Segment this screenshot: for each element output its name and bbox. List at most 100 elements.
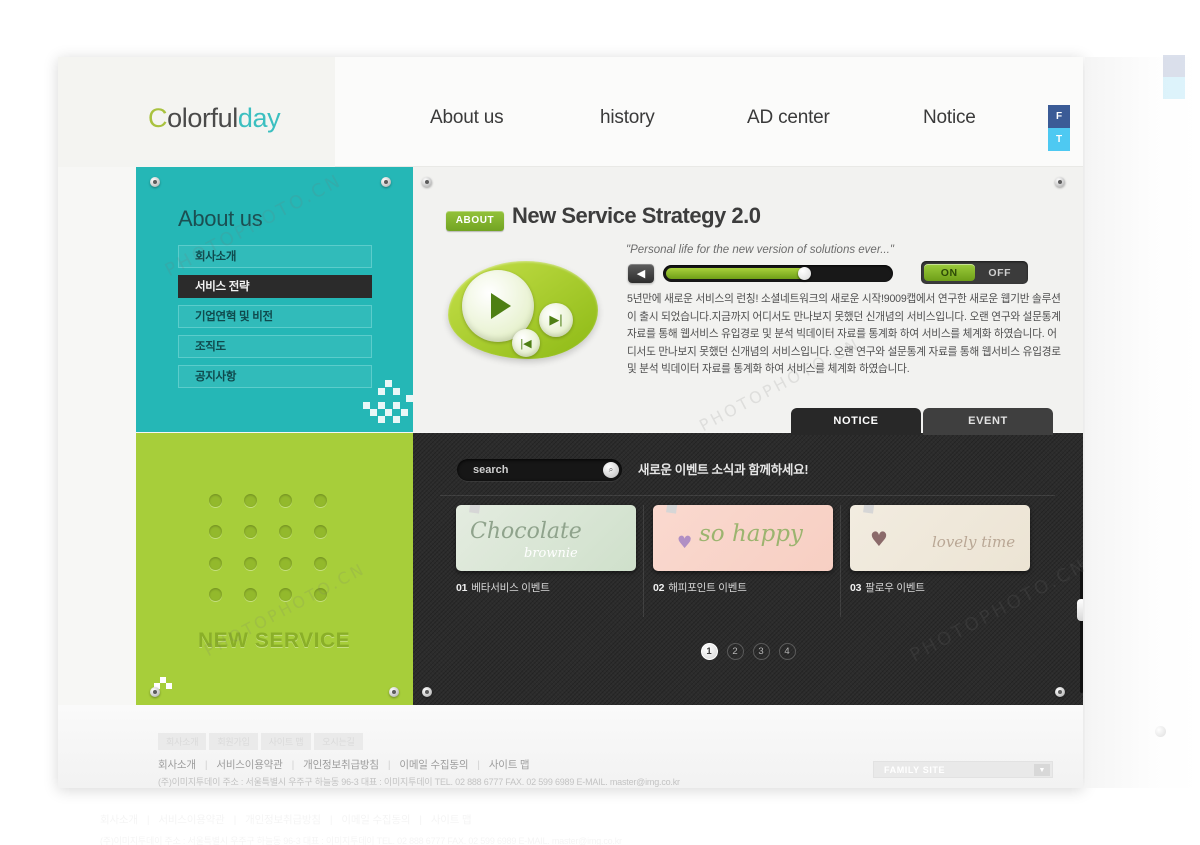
footer-tab-join[interactable]: 회원가입 [209,733,258,750]
speaker-icon[interactable]: ◀ [628,264,654,283]
heart-icon: ♥ [677,533,693,553]
family-site-select[interactable]: FAMILY SITE ▼ [873,761,1053,778]
footer-link-terms[interactable]: 서비스이용약관 [216,759,282,771]
scrollbar-thumb[interactable] [1077,599,1083,621]
site-logo[interactable]: Colorfulday [148,103,281,134]
event-card[interactable]: Chocolate brownie 01 베타서비스 이벤트 [456,505,636,595]
new-service-label: NEW SERVICE [198,629,351,652]
search-input[interactable] [473,459,593,481]
footer-tab-row: 회사소개 회원가입 사이트 맵 오시는길 [158,733,363,750]
about-sidebar-panel: About us 회사소개 서비스 전략 기업연혁 및 비전 조직도 공지사항 [136,167,413,432]
pagination-page-2[interactable]: 2 [726,643,744,660]
event-card[interactable]: ♥ lovely time 03 팔로우 이벤트 [850,505,1030,595]
twitter-icon[interactable]: T [1048,128,1070,151]
event-card[interactable]: ♥ so happy 02 해피포인트 이벤트 [653,505,833,595]
ghost-right-strip [1085,57,1200,788]
pagination-page-3[interactable]: 3 [752,643,770,660]
events-panel: ⌕ 새로운 이벤트 소식과 함께하세요! Chocolate brownie 0… [413,433,1083,705]
toggle-off-button[interactable]: OFF [975,264,1026,281]
tab-notice[interactable]: NOTICE [791,408,921,435]
ghost-link: 서비스이용약관 [158,814,225,826]
ghost-link: 개인정보취급방침 [245,814,321,826]
site-header: Colorfulday About us history AD center N… [58,57,1083,167]
nav-item-ad-center[interactable]: AD center [747,107,830,129]
event-art-title: so happy [699,521,803,547]
pagination-page-1[interactable]: 1 [700,643,718,660]
on-off-toggle[interactable]: ON OFF [921,261,1028,284]
page-root: Colorfulday About us history AD center N… [0,0,1200,845]
ghost-footer-links: 회사소개 | 서비스이용약관 | 개인정보취급방침 | 이메일 수집동의 | 사이트 맵 [100,812,860,827]
screw-icon [422,177,432,187]
footer-tab-company[interactable]: 회사소개 [158,733,207,750]
scrollbar-track[interactable] [1077,567,1083,693]
events-headline: 새로운 이벤트 소식과 함께하세요! [638,463,809,477]
event-thumbnail[interactable]: Chocolate brownie [456,505,636,571]
logo-letter-c: C [148,103,168,133]
site-footer: 회사소개 회원가입 사이트 맵 오시는길 회사소개 | 서비스이용약관 | 개인정보취급… [58,705,1083,788]
logo-area: Colorfulday [58,57,335,167]
separator: | [146,814,150,826]
heart-icon: ♥ [870,527,888,551]
volume-slider-knob[interactable] [798,267,811,280]
ghost-link: 사이트 맵 [430,814,472,826]
ghost-footer-address: (주)이미지투데이 주소 : 서울특별시 우주구 하늘동 96-3 대표 : 이… [100,836,622,845]
footer-link-email-consent[interactable]: 이메일 수집동의 [399,759,468,771]
volume-control: ◀ [628,264,893,284]
facebook-icon[interactable]: F [1048,105,1070,128]
sidebar-item-history-vision[interactable]: 기업연혁 및 비전 [178,305,372,328]
divider [643,505,644,617]
event-card-title: 해피포인트 이벤트 [668,582,747,594]
search-icon[interactable]: ⌕ [603,462,619,478]
separator: | [233,814,237,826]
screw-icon [150,177,160,187]
footer-tab-directions[interactable]: 오시는길 [314,733,363,750]
footer-link-privacy[interactable]: 개인정보취급방침 [303,759,379,771]
volume-slider-track[interactable] [663,265,893,282]
ghost-screw-icon [1155,726,1166,737]
prev-track-icon[interactable]: |◀ [512,329,540,357]
sidebar-item-service-strategy[interactable]: 서비스 전략 [178,275,372,298]
page-title: New Service Strategy 2.0 [512,203,761,228]
event-card-number: 02 [653,582,665,594]
pagination-page-4[interactable]: 4 [778,643,796,660]
footer-tab-sitemap[interactable]: 사이트 맵 [260,733,312,750]
screw-icon [422,687,432,697]
footer-link-sitemap[interactable]: 사이트 맵 [489,759,530,771]
screw-icon [1055,177,1065,187]
sidebar-item-org-chart[interactable]: 조직도 [178,335,372,358]
chevron-down-icon[interactable]: ▼ [1034,764,1050,776]
event-card-title: 팔로우 이벤트 [865,582,925,594]
body-paragraph: 5년만에 새로운 서비스의 런칭! 소셜네트워크의 새로운 시작!9009캡에서… [627,293,1061,375]
main-content-card: ABOUT New Service Strategy 2.0 "Personal… [413,167,1083,432]
sidebar-item-company-intro[interactable]: 회사소개 [178,245,372,268]
logo-text-colorful: olorful [167,103,238,133]
event-card-label: 01 베타서비스 이벤트 [456,580,636,595]
event-art-title: lovely time [932,533,1016,551]
main-navigation: About us history AD center Notice [335,57,1083,167]
event-card-label: 02 해피포인트 이벤트 [653,580,833,595]
event-card-list: Chocolate brownie 01 베타서비스 이벤트 ♥ so happy… [456,505,1083,693]
separator: | [329,814,333,826]
event-thumbnail[interactable]: ♥ so happy [653,505,833,571]
screw-icon [389,687,399,697]
tape-decoration [666,505,678,514]
toggle-on-button[interactable]: ON [924,264,975,281]
nav-item-notice[interactable]: Notice [923,107,976,129]
tab-event[interactable]: EVENT [923,408,1053,435]
ghost-footer: 회사소개 | 서비스이용약관 | 개인정보취급방침 | 이메일 수집동의 | 사이트 맵 (주)… [100,812,860,845]
nav-item-history[interactable]: history [600,107,655,129]
tagline-quote: "Personal life for the new version of so… [626,244,894,256]
event-card-label: 03 팔로우 이벤트 [850,580,1030,595]
tape-decoration [469,505,481,514]
next-track-icon[interactable]: ▶| [539,303,573,337]
dot-grid-decoration [198,485,338,610]
event-thumbnail[interactable]: ♥ lovely time [850,505,1030,571]
nav-item-about-us[interactable]: About us [430,107,504,129]
social-links: F T [1048,105,1070,151]
separator: | [291,759,295,771]
screw-icon [150,687,160,697]
separator: | [477,759,480,771]
new-service-panel[interactable]: NEW SERVICE [136,433,413,705]
event-card-number: 03 [850,582,862,594]
footer-link-company[interactable]: 회사소개 [158,759,196,771]
